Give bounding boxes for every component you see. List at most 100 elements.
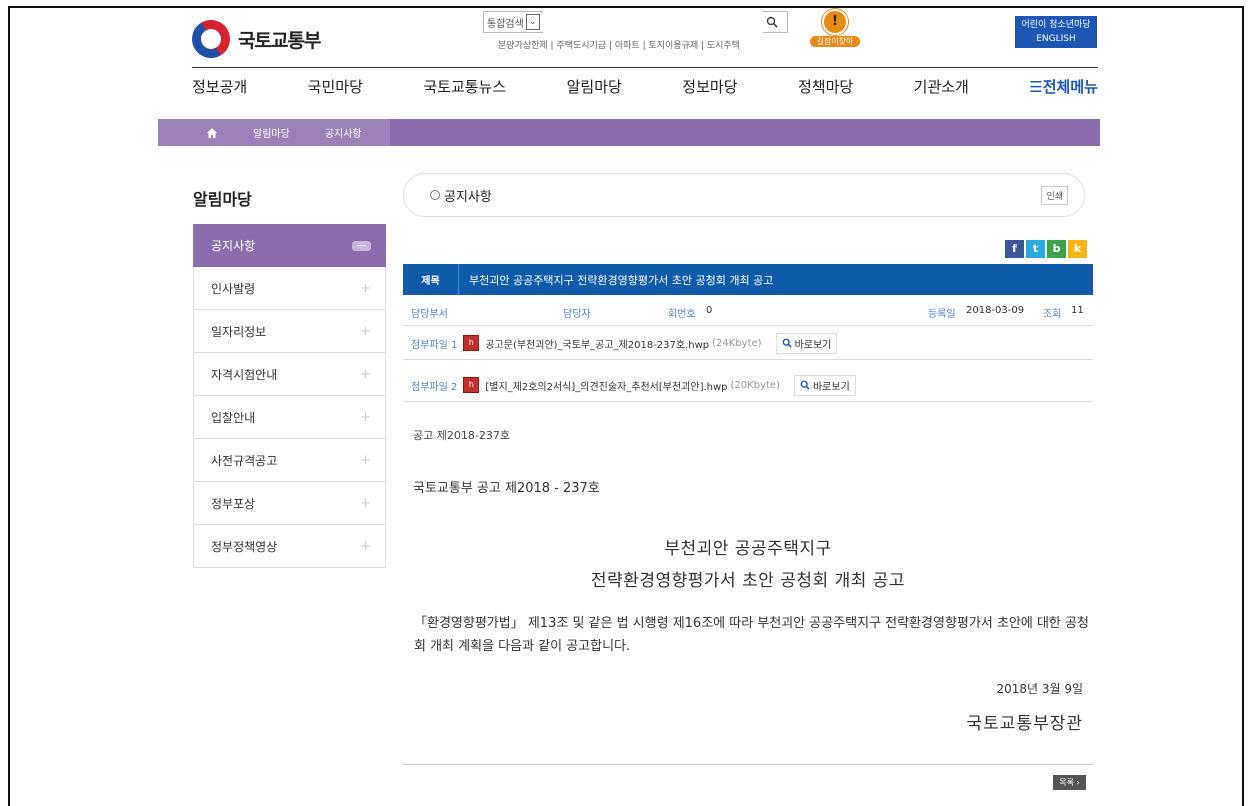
facebook-icon[interactable]: f <box>1005 240 1024 258</box>
twitter-icon[interactable]: t <box>1026 240 1045 258</box>
sidebar-item-announcements[interactable]: 공지사항 — <box>193 224 386 267</box>
plus-icon: + <box>360 323 371 339</box>
print-button[interactable]: 인쇄 <box>1041 185 1068 205</box>
search-scope-label: 통합검색 <box>487 18 524 30</box>
kakao-story-icon[interactable]: k <box>1068 240 1087 258</box>
hwp-file-icon: h <box>463 335 480 351</box>
all-menu-button[interactable]: ☰전체메뉴 <box>1029 76 1098 104</box>
nav-item-policy[interactable]: 정책마당 <box>798 76 853 104</box>
exclamation-icon: ! <box>822 9 848 35</box>
nav-item-citizen[interactable]: 국민마당 <box>308 76 363 104</box>
breadcrumb-notice-board[interactable]: 알림마당 <box>253 125 290 140</box>
sidebar-item-videos[interactable]: 정부정책영상 + <box>193 525 386 568</box>
minister-signature: 국토교통부장관 <box>966 714 1083 734</box>
phone-value: 0 <box>706 305 713 316</box>
plus-icon: + <box>360 409 371 425</box>
subject-label: 제목 <box>403 264 459 295</box>
attachment-label: 첨부파일 2 <box>411 381 458 393</box>
sidebar-item-label: 일자리정보 <box>211 324 267 339</box>
circle-bullet-icon <box>430 190 440 200</box>
share-buttons: f t b k <box>1005 240 1087 258</box>
plus-icon: + <box>360 495 371 511</box>
breadcrumb-announcements[interactable]: 공지사항 <box>325 125 362 140</box>
notice-paragraph: 「환경영향평가법」 제13조 및 같은 법 시행령 제16조에 따라 부천괴안 … <box>414 616 1089 654</box>
views-label: 조회 <box>1043 309 1062 320</box>
person-label: 담당자 <box>563 309 591 320</box>
sidebar-item-label: 정부정책영상 <box>211 539 278 554</box>
sidebar-item-jobs[interactable]: 일자리정보 + <box>193 310 386 353</box>
preview-label: 바로보기 <box>812 381 850 393</box>
preview-button[interactable]: 바로보기 <box>775 332 838 354</box>
attachment-row: 첨부파일 2 h [별지_제2호의2서식]_의견진술자_추천서[부천괴안].hw… <box>403 369 1093 402</box>
post-subject: 부천괴안 공공주택지구 전략환경영향평가서 초안 공청회 개최 공고 <box>469 273 774 287</box>
search-bar: 통합검색 ⌄ <box>483 11 788 33</box>
youth-english-box: 어린이 청소년마당 ENGLISH <box>1015 16 1097 48</box>
plus-icon: + <box>360 366 371 382</box>
sidebar-item-personnel[interactable]: 인사발령 + <box>193 267 386 310</box>
attachment-size: (20Kbyte) <box>730 379 780 391</box>
nav-item-about[interactable]: 기관소개 <box>914 76 969 104</box>
sidebar-item-prespec[interactable]: 사전규격공고 + <box>193 439 386 482</box>
nav-item-info[interactable]: 정보마당 <box>682 76 737 104</box>
section-title: 공지사항 <box>444 189 492 205</box>
phone-label: 회번호 <box>668 309 696 320</box>
sidebar-item-label: 사전규격공고 <box>211 453 278 468</box>
section-title-box: 공지사항 인쇄 <box>403 173 1085 217</box>
plus-icon: + <box>360 280 371 296</box>
plus-icon: + <box>360 452 371 468</box>
blog-icon[interactable]: b <box>1047 240 1066 258</box>
sidebar-item-awards[interactable]: 정부포상 + <box>193 482 386 525</box>
reg-date-label: 등록일 <box>928 309 956 320</box>
nav-item-notice[interactable]: 알림마당 <box>567 76 622 104</box>
dept-label: 담당부서 <box>411 309 448 320</box>
sidebar-item-bids[interactable]: 입찰안내 + <box>193 396 386 439</box>
document-title-line2: 전략환경영향평가서 초안 공청회 개최 공고 <box>590 571 906 591</box>
youth-link[interactable]: 어린이 청소년마당 <box>1015 18 1097 32</box>
content-divider <box>403 764 1093 765</box>
document-title-line1: 부천괴안 공공주택지구 <box>664 539 832 559</box>
header-divider <box>192 67 1098 68</box>
home-icon[interactable] <box>206 127 218 139</box>
attachment-filename[interactable]: 공고문(부천괴안)_국토부_공고_제2018-237호.hwp <box>485 336 709 351</box>
sidebar-item-label: 자격시험안내 <box>211 367 278 382</box>
post-subject-row: 제목 부천괴안 공공주택지구 전략환경영향평가서 초안 공청회 개최 공고 <box>403 264 1093 295</box>
minus-icon: — <box>352 240 371 251</box>
guide-badge[interactable]: ! 길잡이찾아 <box>810 9 860 47</box>
nav-item-news[interactable]: 국토교통뉴스 <box>423 76 506 104</box>
quick-links[interactable]: 분양가상한제 | 주택도시기금 | 아파트 | 토지이용규제 | 도시주택 <box>498 38 740 51</box>
sidebar-title: 알림마당 <box>193 190 252 209</box>
nav-item-info-disclosure[interactable]: 정보공개 <box>192 76 247 104</box>
search-icon[interactable] <box>763 13 781 31</box>
sidebar-item-label: 정부포상 <box>211 496 256 511</box>
attachment-label: 첨부파일 1 <box>411 339 458 351</box>
ministry-notice-number: 국토교통부 공고 제2018 - 237호 <box>413 481 600 496</box>
plus-icon: + <box>360 538 371 554</box>
logo-text: 국토교통부 <box>238 29 321 52</box>
hwp-file-icon: h <box>463 377 480 393</box>
views-count: 11 <box>1071 305 1084 316</box>
preview-button[interactable]: 바로보기 <box>793 374 856 396</box>
sidebar-menu: 공지사항 — 인사발령 + 일자리정보 + 자격시험안내 + 입찰안내 + 사전규격공고 +… <box>193 224 386 568</box>
sidebar-item-label: 인사발령 <box>211 281 256 296</box>
ministry-logo[interactable]: 국토교통부 <box>185 13 321 65</box>
magnifier-icon <box>800 380 810 390</box>
sidebar-item-label: 공지사항 <box>211 239 256 253</box>
main-nav: 정보공개 국민마당 국토교통뉴스 알림마당 정보마당 정책마당 기관소개 ☰전체… <box>192 76 1098 104</box>
search-input[interactable] <box>542 11 763 33</box>
notice-number: 공고 제2018-237호 <box>413 429 510 442</box>
english-link[interactable]: ENGLISH <box>1015 32 1097 46</box>
sidebar-item-label: 입찰안내 <box>211 410 256 425</box>
attachment-row: 첨부파일 1 h 공고문(부천괴안)_국토부_공고_제2018-237호.hwp… <box>403 327 1093 360</box>
preview-label: 바로보기 <box>794 339 832 351</box>
notice-date: 2018년 3월 9일 <box>996 682 1083 696</box>
attachment-filename[interactable]: [별지_제2호의2서식]_의견진술자_추천서[부천괴안].hwp <box>485 378 727 393</box>
magnifier-icon <box>782 338 792 348</box>
attachment-size: (24Kbyte) <box>712 337 762 349</box>
chevron-down-icon: ⌄ <box>525 14 540 30</box>
guide-badge-label: 길잡이찾아 <box>810 36 860 47</box>
breadcrumb: 알림마당 공지사항 <box>158 119 1100 146</box>
list-button[interactable]: 목록 › <box>1053 775 1086 790</box>
sidebar-item-exams[interactable]: 자격시험안내 + <box>193 353 386 396</box>
reg-date: 2018-03-09 <box>966 305 1025 316</box>
search-scope-select[interactable]: 통합검색 ⌄ <box>484 12 543 32</box>
